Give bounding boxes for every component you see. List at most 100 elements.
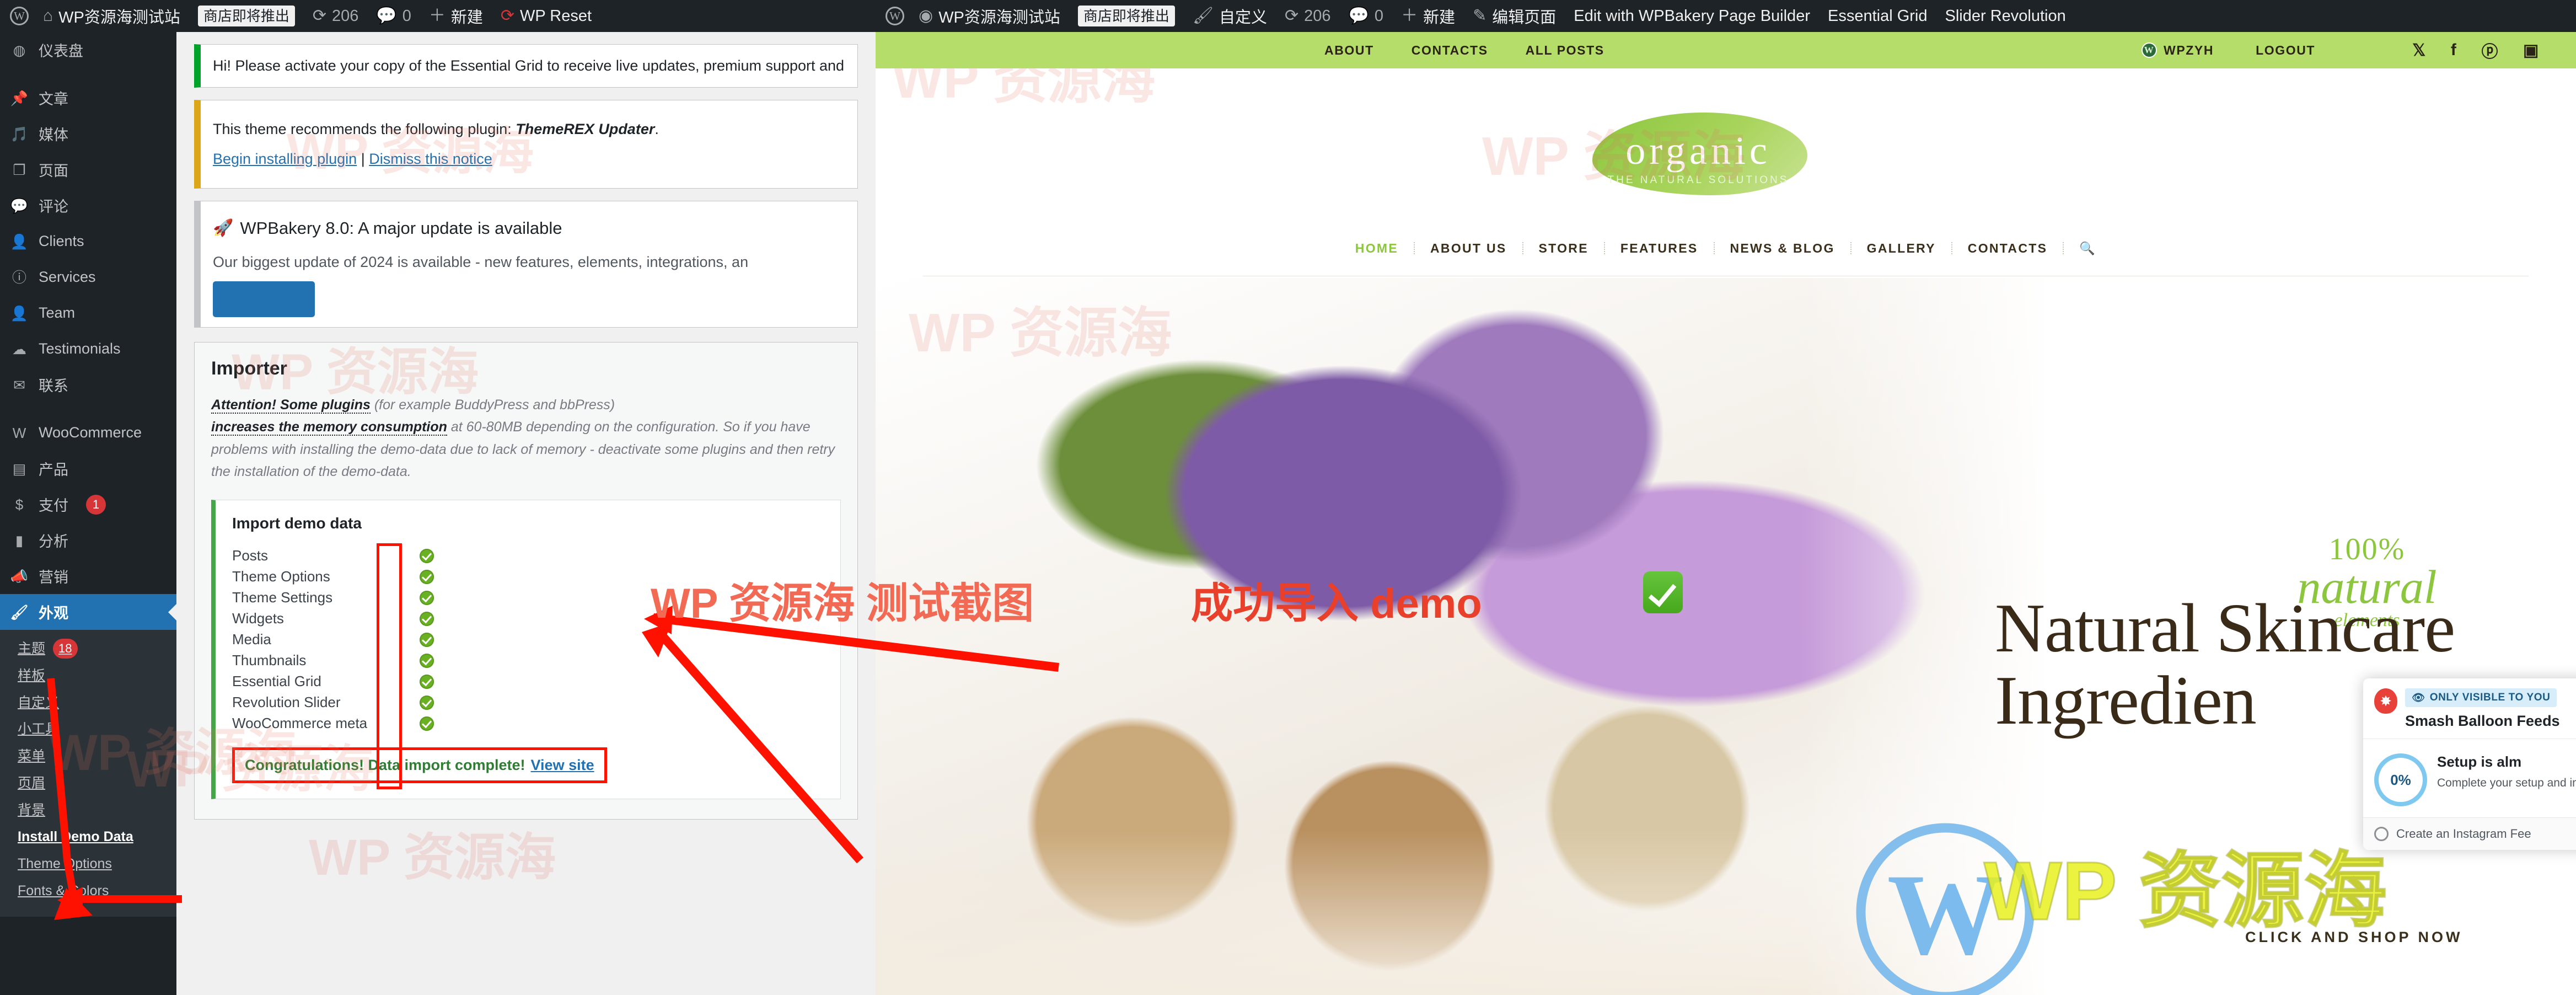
- updates-menu-2[interactable]: ⟳ 206: [1276, 0, 1340, 32]
- submenu-item-8[interactable]: Theme Options: [0, 850, 176, 878]
- sidebar-item-12[interactable]: $ 支付 1: [0, 486, 176, 522]
- comments-menu[interactable]: 💬 0: [367, 0, 420, 32]
- new-label-2: 新建: [1423, 9, 1456, 26]
- wp-reset-menu[interactable]: ⟳ WP Reset: [492, 0, 600, 32]
- logo-word: organic: [1625, 129, 1771, 173]
- submenu-item-2[interactable]: 自定义: [0, 689, 176, 716]
- topbar-link-2[interactable]: ALL POSTS: [1507, 43, 1623, 58]
- submenu-item-0[interactable]: 主题 18: [0, 635, 176, 662]
- watermark-text: WP 资源海: [892, 68, 1156, 109]
- topbar-link-1[interactable]: CONTACTS: [1393, 43, 1507, 58]
- sidebar-item-14[interactable]: 📣 营销: [0, 558, 176, 594]
- learn-more-button[interactable]: Learn more: [213, 281, 315, 317]
- submenu-item-4[interactable]: 菜单: [0, 743, 176, 770]
- import-row: Revolution Slider: [232, 692, 824, 713]
- import-row-label: WooCommerce meta: [232, 715, 368, 731]
- nav-item-6[interactable]: CONTACTS: [1952, 241, 2063, 256]
- logout-link[interactable]: LOGOUT: [2237, 43, 2334, 58]
- shop-coming-soon-badge[interactable]: 商店即将推出: [189, 0, 304, 32]
- wp-logo-menu[interactable]: [0, 0, 34, 32]
- pinterest-icon[interactable]: ⓟ: [2469, 38, 2511, 62]
- sidebar-item-7[interactable]: 👤 Team: [0, 295, 176, 331]
- site-name-menu[interactable]: ⌂ WP资源海测试站: [34, 0, 189, 32]
- sidebar-item-3[interactable]: ❐ 页面: [0, 152, 176, 188]
- sidebar-item-label: Testimonials: [39, 340, 121, 357]
- smash-balloon-popup[interactable]: 👁 ONLY VISIBLE TO YOU Smash Balloon Feed…: [2363, 678, 2576, 850]
- wp-logo-menu-2[interactable]: [876, 0, 910, 32]
- essential-grid-menu[interactable]: Essential Grid: [1819, 0, 1936, 32]
- nav-item-4[interactable]: NEWS & BLOG: [1715, 241, 1850, 256]
- new-content-menu[interactable]: ＋ 新建: [420, 0, 492, 32]
- sidebar-item-9[interactable]: ✉ 联系: [0, 367, 176, 403]
- nav-item-3[interactable]: FEATURES: [1605, 241, 1714, 256]
- sidebar-item-6[interactable]: ⓘ Services: [0, 259, 176, 295]
- smash-balloon-title: Smash Balloon Feeds: [2405, 713, 2560, 729]
- submenu-item-6[interactable]: 背景: [0, 797, 176, 824]
- submenu-item-1[interactable]: 样板: [0, 662, 176, 689]
- updates-menu[interactable]: ⟳ 206: [304, 0, 368, 32]
- task-checkbox-icon[interactable]: [2374, 827, 2389, 841]
- link-separator: |: [357, 151, 369, 167]
- site-logo[interactable]: organic THE NATURAL SOLUTIONS: [1555, 105, 1842, 210]
- user-icon: 👤: [10, 233, 29, 250]
- import-row: Thumbnails: [232, 650, 824, 671]
- importer-heading: Importer: [211, 357, 287, 379]
- facebook-icon[interactable]: f: [2439, 41, 2470, 60]
- nav-item-2[interactable]: STORE: [1523, 241, 1604, 256]
- sidebar-item-10[interactable]: W WooCommerce: [0, 415, 176, 451]
- slider-revolution-menu[interactable]: Slider Revolution: [1936, 0, 2075, 32]
- user-account-link[interactable]: WPZYH: [2118, 42, 2237, 58]
- submenu-item-label: Install Demo Data: [18, 829, 133, 845]
- search-icon[interactable]: 🔍: [2064, 241, 2112, 256]
- edit-page-label: 编辑页面: [1492, 9, 1557, 26]
- smash-balloon-task-row[interactable]: Create an Instagram Fee: [2363, 817, 2576, 850]
- sidebar-item-0[interactable]: ◍ 仪表盘: [0, 32, 176, 68]
- submenu-item-5[interactable]: 页眉: [0, 770, 176, 797]
- wpbakery-title: WPBakery 8.0: A major update is availabl…: [240, 218, 562, 238]
- nav-item-0[interactable]: HOME: [1340, 241, 1414, 256]
- topbar-link-0[interactable]: ABOUT: [1306, 43, 1393, 58]
- sidebar-item-11[interactable]: ▤ 产品: [0, 451, 176, 486]
- import-row-label: Essential Grid: [232, 673, 321, 689]
- sidebar-item-5[interactable]: 👤 Clients: [0, 223, 176, 259]
- site-name-label-2: WP资源海测试站: [938, 9, 1060, 26]
- new-content-menu-2[interactable]: ＋ 新建: [1392, 0, 1464, 32]
- view-site-link[interactable]: View site: [531, 757, 594, 774]
- sidebar-item-1[interactable]: 📌 文章: [0, 80, 176, 116]
- shop-coming-soon-badge-2[interactable]: 商店即将推出: [1069, 0, 1184, 32]
- begin-installing-plugin-link[interactable]: Begin installing plugin: [213, 151, 357, 167]
- dismiss-notice-link[interactable]: Dismiss this notice: [369, 151, 492, 167]
- edit-page-menu[interactable]: ✎ 编辑页面: [1464, 0, 1565, 32]
- nav-item-5[interactable]: GALLERY: [1852, 241, 1951, 256]
- sidebar-item-label: 产品: [39, 462, 68, 478]
- comments-menu-2[interactable]: 💬 0: [1340, 0, 1393, 32]
- new-label: 新建: [450, 9, 483, 26]
- edit-with-wpbakery-menu[interactable]: Edit with WPBakery Page Builder: [1565, 0, 1819, 32]
- sidebar-item-13[interactable]: ▮ 分析: [0, 522, 176, 558]
- sidebar-item-8[interactable]: ☁ Testimonials: [0, 331, 176, 367]
- customize-label: 自定义: [1219, 9, 1268, 26]
- setup-description: Complete your setup and incr: [2437, 777, 2576, 789]
- import-row-label: Media: [232, 631, 271, 648]
- customize-menu[interactable]: 🖌 自定义: [1184, 0, 1276, 32]
- import-complete-message: Congratulations! Data import complete! V…: [232, 747, 607, 783]
- sidebar-item-appearance[interactable]: 🖌 外观: [0, 594, 176, 630]
- submenu-item-7[interactable]: Install Demo Data: [0, 823, 176, 850]
- importer-warning: Attention! Some plugins (for example Bud…: [211, 394, 841, 483]
- import-status-check-icon: [420, 569, 434, 584]
- submenu-item-3[interactable]: 小工具: [0, 716, 176, 743]
- click-and-shop-now-button[interactable]: CLICK AND SHOP NOW: [2245, 929, 2463, 946]
- congrats-text: Congratulations! Data import complete!: [245, 756, 525, 773]
- sidebar-item-label: 仪表盘: [39, 43, 83, 60]
- x-icon[interactable]: 𝕏: [2400, 41, 2439, 60]
- import-status-check-icon: [420, 653, 434, 668]
- submenu-item-9[interactable]: Fonts & Colors: [0, 878, 176, 905]
- instagram-icon[interactable]: ▣: [2511, 41, 2552, 60]
- sidebar-item-2[interactable]: 🎵 媒体: [0, 116, 176, 152]
- hero-section: 100% natural elements Natural Skincare I…: [876, 278, 2576, 995]
- site-name-menu-2[interactable]: ◉ WP资源海测试站: [910, 0, 1069, 32]
- updates-count: 206: [332, 7, 359, 25]
- nav-item-1[interactable]: ABOUT US: [1415, 241, 1522, 256]
- import-row-label: Thumbnails: [232, 652, 307, 668]
- sidebar-item-4[interactable]: 💬 评论: [0, 188, 176, 223]
